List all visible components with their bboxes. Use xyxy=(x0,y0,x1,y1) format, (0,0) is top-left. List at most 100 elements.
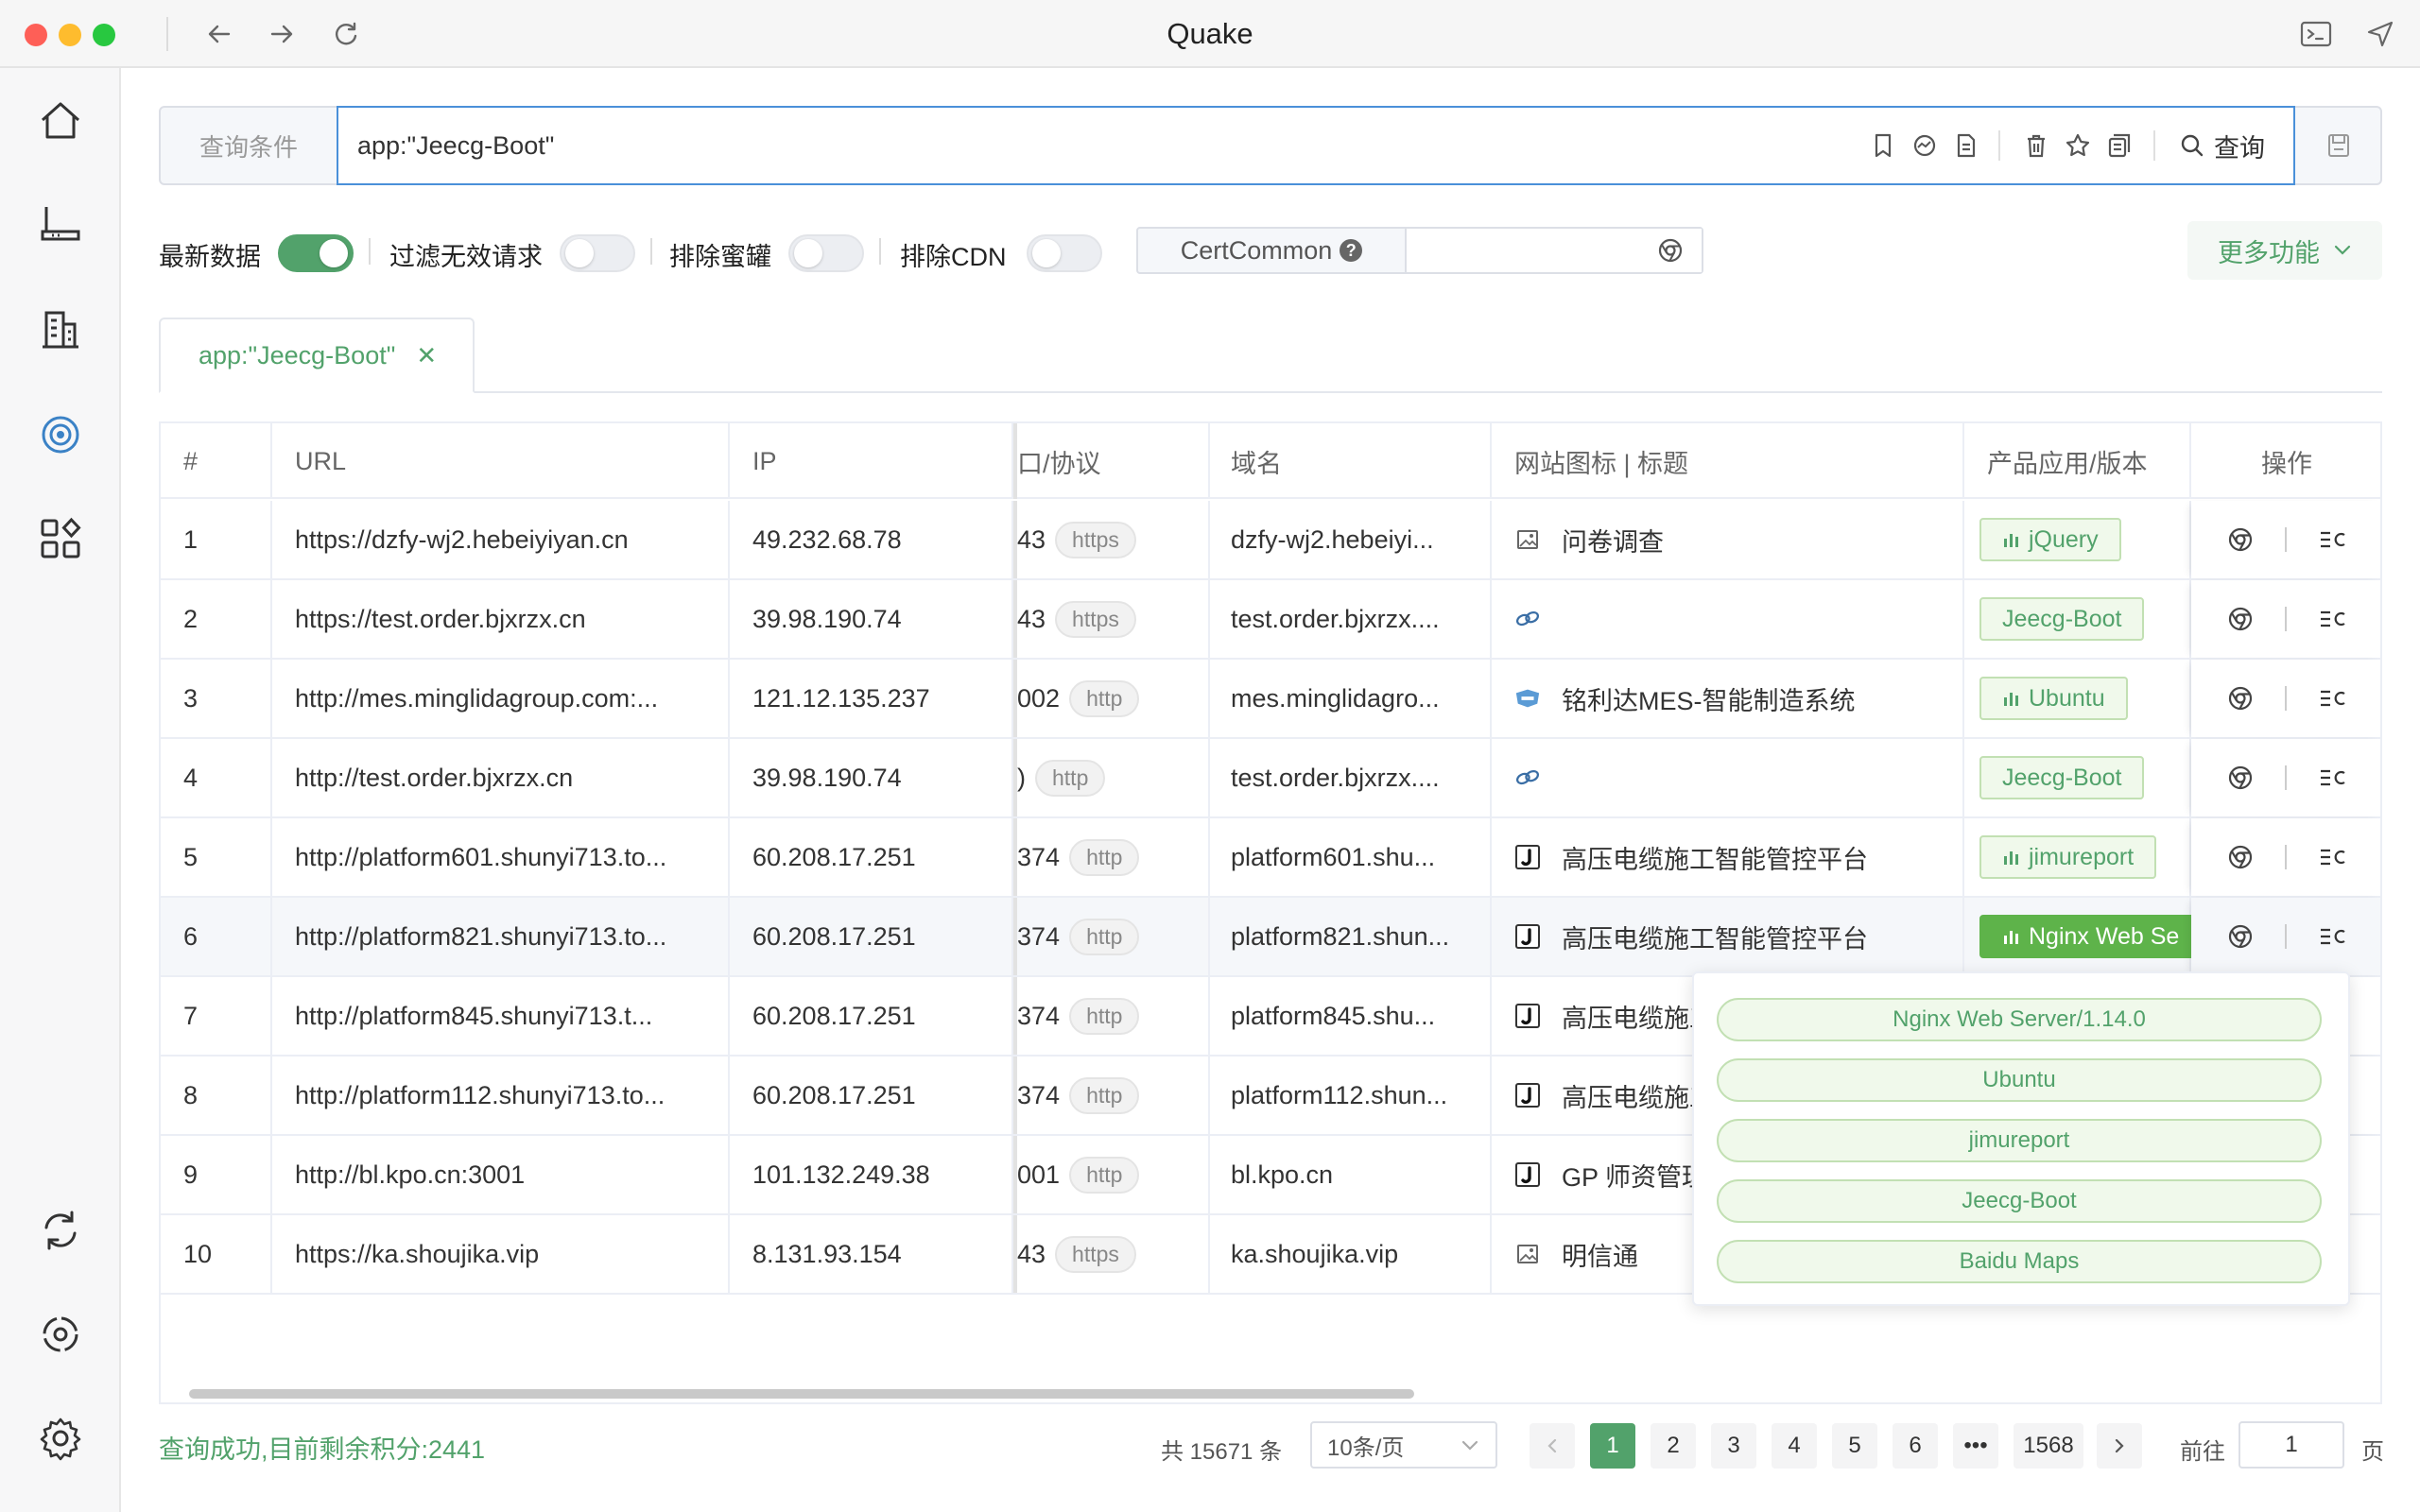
cell-ip: 60.208.17.251 xyxy=(730,977,1013,1055)
product-tag[interactable]: jQuery xyxy=(1979,518,2121,561)
goto-page-input[interactable] xyxy=(2238,1421,2344,1469)
exclude-honeypot-toggle[interactable] xyxy=(788,234,864,272)
cert-common-input[interactable] xyxy=(1407,229,1702,272)
product-tag[interactable]: Ubuntu xyxy=(1979,677,2128,720)
protocol-tag: http xyxy=(1035,759,1106,797)
radar-icon[interactable] xyxy=(32,406,89,463)
protocol-tag: http xyxy=(1069,679,1140,717)
port-number: 43 xyxy=(1017,604,1046,633)
detail-list-button[interactable] xyxy=(2319,610,2347,628)
page-button-1[interactable]: 1 xyxy=(1590,1423,1635,1469)
product-tag[interactable]: Jeecg-Boot xyxy=(1979,597,2145,641)
next-page-button[interactable] xyxy=(2097,1423,2142,1469)
bookmark-icon[interactable] xyxy=(1866,129,1900,163)
page-button-3[interactable]: 3 xyxy=(1711,1423,1756,1469)
cell-port-protocol: 43 https xyxy=(1013,580,1210,658)
router-icon[interactable] xyxy=(32,195,89,251)
star-icon[interactable] xyxy=(2061,129,2095,163)
detail-list-button[interactable] xyxy=(2319,768,2347,787)
page-ellipsis-button[interactable]: ••• xyxy=(1953,1423,1998,1469)
protocol-tag: https xyxy=(1055,521,1136,558)
chevron-left-icon xyxy=(1547,1438,1557,1453)
save-query-button[interactable] xyxy=(2295,108,2382,183)
filter-invalid-toggle[interactable] xyxy=(560,234,635,272)
tab-query[interactable]: app:"Jeecg-Boot" ✕ xyxy=(159,318,475,393)
table-row[interactable]: 6 http://platform821.shunyi713.to... 60.20… xyxy=(161,898,2380,977)
table-row[interactable]: 1 https://dzfy-wj2.hebeiyiyan.cn 49.232.68… xyxy=(161,501,2380,580)
j-logo-icon xyxy=(1514,923,1541,950)
sync-icon[interactable] xyxy=(32,1202,89,1259)
actions-divider xyxy=(2285,924,2287,949)
product-tag[interactable]: Nginx Web Se xyxy=(1979,915,2203,958)
table-row[interactable]: 4 http://test.order.bjxrzx.cn 39.98.190.74… xyxy=(161,739,2380,818)
target-settings-icon[interactable] xyxy=(32,1306,89,1363)
detail-list-button[interactable] xyxy=(2319,927,2347,946)
popover-item-jimureport[interactable]: jimureport xyxy=(1717,1119,2322,1162)
port-number: 374 xyxy=(1017,1080,1061,1109)
detail-list-button[interactable] xyxy=(2319,530,2347,549)
query-divider xyxy=(2153,130,2155,161)
cell-num: 5 xyxy=(161,818,272,896)
page-button-6[interactable]: 6 xyxy=(1893,1423,1938,1469)
document-icon[interactable] xyxy=(1949,129,1983,163)
building-icon[interactable] xyxy=(32,301,89,357)
table-header: # URL IP 口/协议 域名 网站图标 | 标题 产品应用/版本 操作 xyxy=(161,423,2380,499)
chrome-icon xyxy=(2228,845,2253,869)
cell-num: 10 xyxy=(161,1215,272,1293)
open-browser-button[interactable] xyxy=(2228,686,2253,711)
open-browser-button[interactable] xyxy=(2228,607,2253,631)
navigation-arrow-icon[interactable] xyxy=(2361,15,2399,53)
detail-list-button[interactable] xyxy=(2319,848,2347,867)
page-button-2[interactable]: 2 xyxy=(1651,1423,1696,1469)
cell-domain: platform845.shu... xyxy=(1208,977,1492,1055)
port-number: 002 xyxy=(1017,683,1061,713)
page-button-5[interactable]: 5 xyxy=(1832,1423,1877,1469)
actions-divider xyxy=(2285,765,2287,790)
table-row[interactable]: 3 http://mes.minglidagroup.com:... 121.12.… xyxy=(161,660,2380,739)
open-browser-button[interactable] xyxy=(2228,765,2253,790)
cell-port-protocol: 001 http xyxy=(1013,1136,1210,1213)
product-popover: Nginx Web Server/1.14.0 Ubuntu jimurepor… xyxy=(1692,971,2350,1306)
popover-item-jeecg-boot[interactable]: Jeecg-Boot xyxy=(1717,1179,2322,1223)
copy-list-icon[interactable] xyxy=(2102,129,2136,163)
help-icon[interactable]: ? xyxy=(1340,239,1363,262)
horizontal-scrollbar[interactable] xyxy=(189,1389,1414,1399)
latest-data-toggle[interactable] xyxy=(278,234,354,272)
query-button[interactable]: 查询 xyxy=(2180,125,2265,166)
table-row[interactable]: 2 https://test.order.bjxrzx.cn 39.98.190.7… xyxy=(161,580,2380,660)
page-button-last[interactable]: 1568 xyxy=(2014,1423,2083,1469)
filter-invalid-label: 过滤无效请求 xyxy=(389,243,543,271)
open-browser-button[interactable] xyxy=(2228,845,2253,869)
open-browser-button[interactable] xyxy=(2228,527,2253,552)
product-tag[interactable]: Jeecg-Boot xyxy=(1979,756,2145,799)
open-browser-button[interactable] xyxy=(2228,924,2253,949)
page-size-select[interactable]: 10条/页 xyxy=(1310,1421,1497,1469)
filter-divider xyxy=(879,238,881,265)
apps-grid-icon[interactable] xyxy=(32,510,89,567)
popover-item-nginx[interactable]: Nginx Web Server/1.14.0 xyxy=(1717,998,2322,1041)
popover-item-ubuntu[interactable]: Ubuntu xyxy=(1717,1058,2322,1102)
trash-icon[interactable] xyxy=(2019,129,2053,163)
cell-port-protocol: 374 http xyxy=(1013,977,1210,1055)
protocol-tag: http xyxy=(1069,1076,1140,1114)
home-icon[interactable] xyxy=(32,93,89,149)
popover-item-baidu-maps[interactable]: Baidu Maps xyxy=(1717,1240,2322,1283)
image-icon xyxy=(1514,1241,1541,1267)
product-tag[interactable]: jimureport xyxy=(1979,835,2157,879)
prev-page-button[interactable] xyxy=(1530,1423,1575,1469)
link-icon xyxy=(1514,606,1541,632)
page-button-4[interactable]: 4 xyxy=(1772,1423,1817,1469)
latest-data-label: 最新数据 xyxy=(159,243,261,271)
cell-url: http://test.order.bjxrzx.cn xyxy=(272,739,730,816)
detail-list-button[interactable] xyxy=(2319,689,2347,708)
terminal-icon[interactable] xyxy=(2297,15,2335,53)
cell-ip: 60.208.17.251 xyxy=(730,818,1013,896)
table-row[interactable]: 5 http://platform601.shunyi713.to... 60.20… xyxy=(161,818,2380,898)
close-icon[interactable]: ✕ xyxy=(416,341,437,370)
cell-ip: 60.208.17.251 xyxy=(730,898,1013,975)
more-functions-button[interactable]: 更多功能 xyxy=(2187,221,2382,280)
gear-icon[interactable] xyxy=(32,1410,89,1467)
search-input[interactable] xyxy=(357,125,1775,166)
chart-circle-icon[interactable] xyxy=(1908,129,1942,163)
exclude-cdn-toggle[interactable] xyxy=(1027,234,1102,272)
